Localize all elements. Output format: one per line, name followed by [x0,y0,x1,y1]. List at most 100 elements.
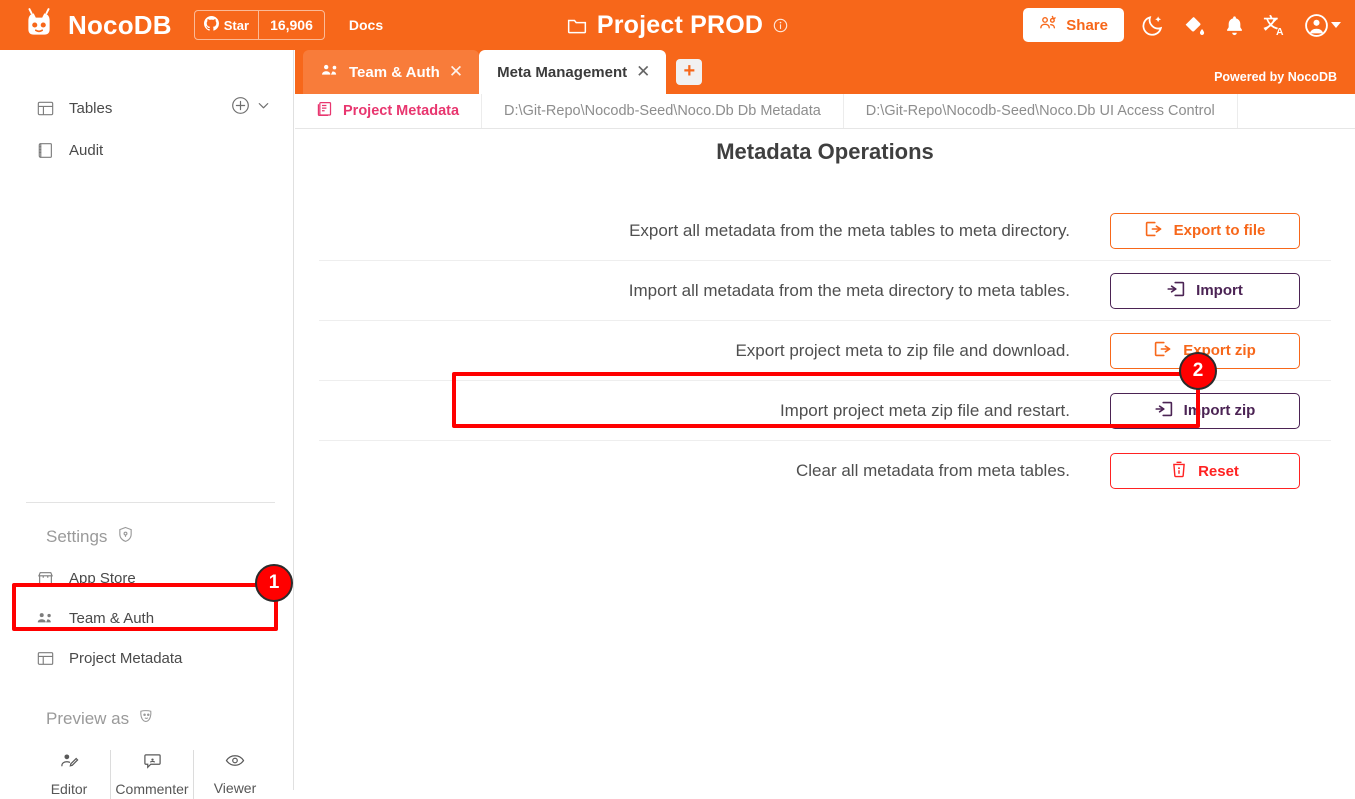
operation-description: Import all metadata from the meta direct… [628,280,1070,300]
folder-icon [567,17,587,34]
subtab-db-metadata[interactable]: D:\Git-Repo\Nocodb-Seed\Noco.Db Db Metad… [482,94,844,128]
eye-icon [225,752,245,772]
plus-circle-icon[interactable] [231,96,250,120]
sidebar-item-project-metadata[interactable]: Project Metadata [0,638,293,678]
sidebar-section-preview-as: Preview as [46,708,156,730]
export-to-file-button[interactable]: Export to file [1110,212,1300,249]
sidebar-item-audit[interactable]: Audit [0,130,293,170]
share-button[interactable]: Share [1023,8,1124,42]
masks-icon [138,708,156,730]
share-button-label: Share [1066,16,1108,34]
tab-label: Team & Auth [349,63,440,81]
tab-label: Meta Management [497,63,628,81]
button-label: Export to file [1173,222,1266,239]
operation-row-import-zip: Import project meta zip file and restart… [319,381,1331,441]
github-star-count: 16,906 [270,17,313,33]
brand-logo-group[interactable]: NocoDB [22,8,172,42]
sidebar-item-team-auth[interactable]: Team & Auth [0,598,293,638]
store-icon [36,569,54,587]
team-icon [321,63,340,81]
import-button[interactable]: Import [1110,272,1300,309]
sidebar-section-settings: Settings [46,526,134,548]
preview-role-viewer[interactable]: Viewer [193,750,276,799]
account-menu[interactable] [1304,13,1341,38]
subtab-label: D:\Git-Repo\Nocodb-Seed\Noco.Db UI Acces… [865,103,1215,119]
sidebar-item-app-store[interactable]: App Store [0,558,293,598]
user-edit-icon [60,752,79,773]
sidebar-item-label: Audit [69,141,104,159]
info-circle-icon[interactable] [773,18,788,33]
preview-role-commenter[interactable]: Commenter [110,750,193,799]
subtab-project-metadata[interactable]: Project Metadata [295,94,483,128]
docs-link[interactable]: Docs [349,17,383,33]
share-users-icon [1039,15,1058,35]
tab-meta-management[interactable]: Meta Management ✕ [479,50,667,94]
settings-title: Settings [46,527,108,546]
preview-role-editor[interactable]: Editor [28,750,110,799]
moon-stars-icon[interactable] [1140,13,1165,38]
annotation-badge-1: 1 [255,564,293,602]
button-label: Import zip [1183,402,1256,419]
sidebar-item-label: Team & Auth [69,609,155,627]
audit-book-icon [36,141,54,159]
team-icon [36,609,54,627]
operation-description: Import project meta zip file and restart… [779,400,1070,420]
github-star-left[interactable]: Star [195,11,258,39]
bell-icon[interactable] [1222,13,1247,38]
comment-icon [143,752,162,773]
import-icon [1155,401,1173,421]
annotation-badge-2: 2 [1179,352,1217,390]
paint-bucket-icon[interactable] [1181,13,1206,38]
tab-strip: Team & Auth ✕ Meta Management ✕ + Powere… [295,50,1355,94]
chevron-down-icon [1331,22,1341,28]
export-icon [1154,341,1172,361]
preview-title: Preview as [46,709,130,728]
powered-by-label: Powered by NocoDB [1214,70,1337,84]
preview-role-label: Commenter [115,781,189,797]
preview-role-group: Editor Commenter Viewer [28,750,276,799]
operation-description: Export all metadata from the meta tables… [629,220,1070,240]
account-circle-icon [1304,13,1329,38]
chevron-down-icon[interactable] [256,98,271,118]
import-zip-button[interactable]: Import zip [1110,392,1300,429]
preview-role-label: Viewer [213,780,257,796]
table-grid-icon [36,649,54,667]
main-content: Metadata Operations Export all metadata … [295,129,1355,790]
header-actions: Share 文 A [1023,0,1341,50]
close-icon[interactable]: ✕ [636,62,650,82]
button-label: Import [1196,282,1243,299]
reset-button[interactable]: Reset [1110,453,1300,489]
brand-name-label: NocoDB [68,9,172,40]
sidebar-item-label: Project Metadata [69,649,183,667]
operation-row-import: Import all metadata from the meta direct… [319,261,1331,321]
button-label: Reset [1198,462,1239,480]
operation-row-reset: Clear all metadata from meta tables. Res… [319,441,1331,501]
add-tab-button[interactable]: + [676,59,703,85]
subtab-label: Project Metadata [343,103,460,119]
nocodb-logo-icon [22,8,56,42]
metadata-operations-list: Export all metadata from the meta tables… [295,201,1355,501]
sub-tab-bar: Project Metadata D:\Git-Repo\Nocodb-Seed… [295,94,1355,129]
operation-row-export-file: Export all metadata from the meta tables… [319,201,1331,261]
page-title: Project PROD [596,10,764,39]
svg-text:A: A [1276,26,1284,37]
metadata-icon [317,101,333,121]
tables-actions[interactable] [231,88,271,128]
sidebar: Tables Audit Settings App Store Team & A… [0,50,294,799]
close-icon[interactable]: ✕ [449,62,463,82]
tab-team-auth[interactable]: Team & Auth ✕ [303,50,480,94]
table-grid-icon [36,99,54,117]
github-star-button[interactable]: Star 16,906 [193,10,325,40]
export-icon [1145,221,1163,241]
github-star-label: Star [223,17,250,33]
sidebar-item-label: App Store [69,569,136,587]
translate-icon[interactable]: 文 A [1263,13,1288,38]
github-icon [203,16,219,34]
operation-description: Export project meta to zip file and down… [735,340,1070,360]
shield-icon [117,526,134,548]
subtab-ui-access-control[interactable]: D:\Git-Repo\Nocodb-Seed\Noco.Db UI Acces… [844,94,1238,128]
top-header-bar: NocoDB Star 16,906 Docs Project PROD Sha… [0,0,1355,50]
preview-role-label: Editor [50,781,88,797]
trash-icon [1171,461,1187,482]
subtab-label: D:\Git-Repo\Nocodb-Seed\Noco.Db Db Metad… [504,103,821,119]
